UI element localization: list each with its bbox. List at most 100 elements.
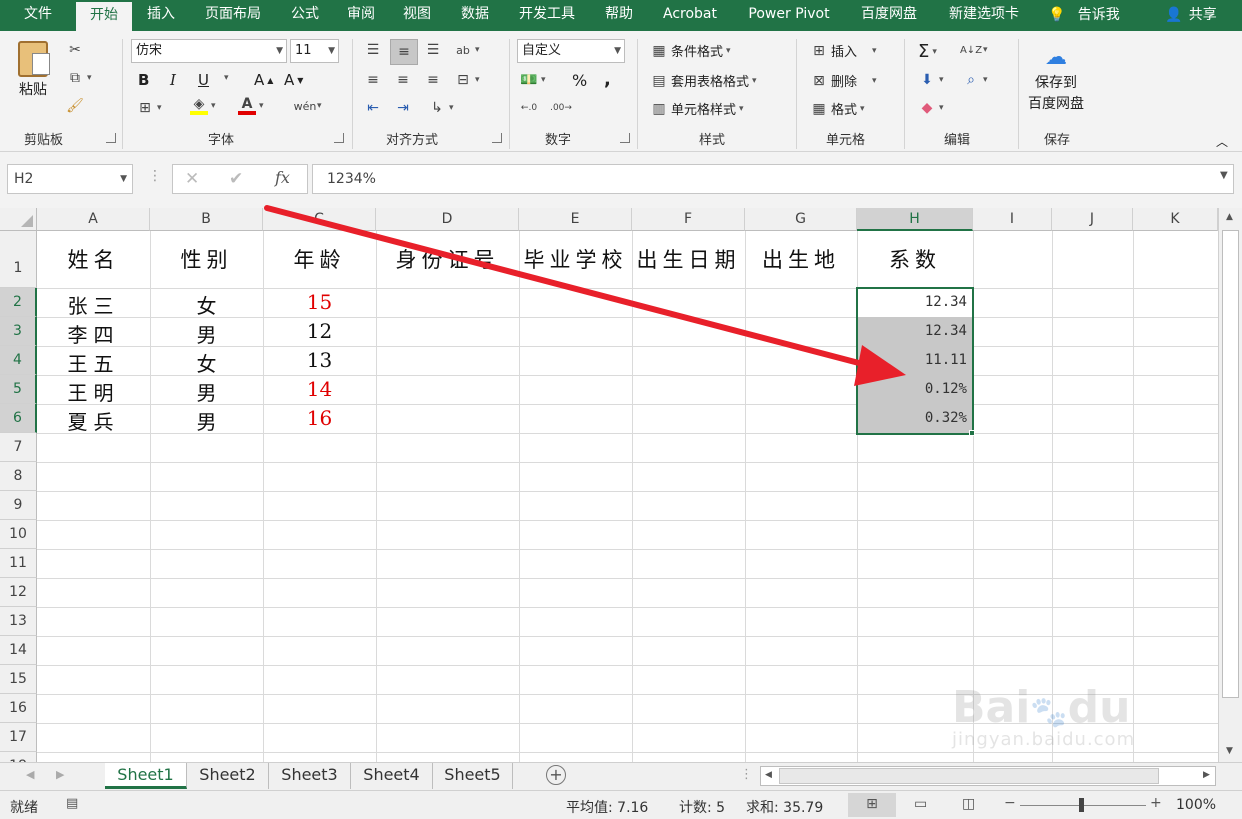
tab-acrobat[interactable]: Acrobat bbox=[652, 0, 728, 31]
sheet-tab[interactable]: Sheet2 bbox=[187, 763, 269, 789]
tab-developer[interactable]: 开发工具 bbox=[508, 0, 586, 31]
align-left-button[interactable]: ≡ bbox=[364, 71, 382, 89]
normal-view-icon[interactable]: ⊞ bbox=[848, 793, 896, 817]
bold-button[interactable]: B bbox=[138, 71, 149, 89]
data-cell[interactable]: 12 bbox=[263, 319, 376, 343]
tab-formulas[interactable]: 公式 bbox=[282, 0, 328, 31]
column-header[interactable]: J bbox=[1052, 208, 1133, 231]
data-cell[interactable]: 男 bbox=[150, 406, 263, 435]
phonetic-button[interactable]: wén ▾ bbox=[294, 97, 322, 115]
tab-file[interactable]: 文件 bbox=[8, 0, 68, 31]
fill-button[interactable]: ⬇ ▾ bbox=[918, 71, 943, 89]
data-cell[interactable]: 李四 bbox=[37, 319, 150, 348]
wrap-text-button[interactable]: ↳ ▾ bbox=[428, 99, 453, 117]
header-cell[interactable]: 身份证号 bbox=[376, 244, 519, 274]
data-cell[interactable]: 男 bbox=[150, 319, 263, 348]
check-icon[interactable]: ✔ bbox=[229, 169, 243, 189]
header-cell[interactable]: 性别 bbox=[150, 244, 263, 274]
vertical-scrollbar[interactable]: ▲ ▼ bbox=[1218, 208, 1242, 762]
tab-page-layout[interactable]: 页面布局 bbox=[194, 0, 272, 31]
row-header[interactable]: 17 bbox=[0, 723, 37, 752]
clipboard-launcher-icon[interactable] bbox=[106, 133, 116, 143]
font-size-select[interactable]: 11 ▼ bbox=[290, 39, 339, 63]
data-cell[interactable]: 16 bbox=[263, 406, 376, 430]
column-header[interactable]: C bbox=[263, 208, 376, 231]
prev-sheet-icon[interactable]: ◀ bbox=[26, 768, 34, 781]
clear-button[interactable]: ◆ ▾ bbox=[918, 99, 944, 117]
cancel-icon[interactable]: ✕ bbox=[185, 169, 199, 189]
row-header[interactable]: 1 bbox=[0, 231, 37, 288]
row-header[interactable]: 10 bbox=[0, 520, 37, 549]
underline-button[interactable]: U bbox=[198, 71, 209, 89]
column-header[interactable]: I bbox=[973, 208, 1052, 231]
merge-button[interactable]: ⊟ ▾ bbox=[454, 71, 479, 89]
sheet-tab[interactable]: Sheet3 bbox=[269, 763, 351, 789]
italic-button[interactable]: I bbox=[170, 71, 176, 89]
align-middle-button[interactable]: ≡ bbox=[390, 39, 418, 65]
column-header[interactable]: G bbox=[745, 208, 857, 231]
tab-insert[interactable]: 插入 bbox=[138, 0, 184, 31]
column-header[interactable]: K bbox=[1133, 208, 1218, 231]
drag-handle-icon[interactable]: ⋮ bbox=[148, 168, 162, 184]
add-sheet-button[interactable]: + bbox=[546, 765, 566, 785]
zoom-in-button[interactable]: + bbox=[1150, 795, 1162, 811]
shrink-font-button[interactable]: A ▼ bbox=[284, 71, 303, 89]
data-cell[interactable]: 女 bbox=[150, 290, 263, 319]
sheet-tab[interactable]: Sheet4 bbox=[351, 763, 433, 789]
coefficient-cell[interactable]: 11.11 bbox=[858, 352, 972, 368]
align-bottom-button[interactable]: ☰ bbox=[424, 41, 442, 59]
column-header[interactable]: E bbox=[519, 208, 632, 231]
select-all-button[interactable] bbox=[0, 208, 37, 231]
alignment-launcher-icon[interactable] bbox=[492, 133, 502, 143]
coefficient-cell[interactable]: 12.34 bbox=[858, 323, 972, 339]
decrease-indent-button[interactable]: ⇤ bbox=[364, 99, 382, 117]
cut-button[interactable]: ✂ bbox=[66, 41, 84, 59]
row-header[interactable]: 7 bbox=[0, 433, 37, 462]
page-break-view-icon[interactable]: ◫ bbox=[962, 796, 975, 812]
row-header[interactable]: 5 bbox=[0, 375, 37, 404]
number-launcher-icon[interactable] bbox=[620, 133, 630, 143]
row-header[interactable]: 3 bbox=[0, 317, 37, 346]
coefficient-cell[interactable]: 12.34 bbox=[858, 294, 972, 310]
insert-function-button[interactable]: fx bbox=[275, 168, 290, 187]
grow-font-button[interactable]: A ▲ bbox=[254, 71, 273, 89]
scroll-up-icon[interactable]: ▲ bbox=[1226, 212, 1233, 222]
align-center-button[interactable]: ≡ bbox=[394, 71, 412, 89]
tab-data[interactable]: 数据 bbox=[452, 0, 498, 31]
split-handle-icon[interactable]: ⋮ bbox=[740, 767, 753, 782]
zoom-level[interactable]: 100% bbox=[1176, 797, 1216, 813]
row-header[interactable]: 14 bbox=[0, 636, 37, 665]
align-top-button[interactable]: ☰ bbox=[364, 41, 382, 59]
row-header[interactable]: 4 bbox=[0, 346, 37, 375]
status-sum[interactable]: 求和: 35.79 bbox=[746, 797, 823, 817]
scroll-left-icon[interactable]: ◀ bbox=[765, 770, 772, 780]
status-average[interactable]: 平均值: 7.16 bbox=[566, 797, 648, 817]
tab-review[interactable]: 审阅 bbox=[338, 0, 384, 31]
coefficient-cell[interactable]: 0.12% bbox=[858, 381, 972, 397]
scroll-right-icon[interactable]: ▶ bbox=[1203, 770, 1210, 780]
fill-handle[interactable] bbox=[969, 430, 975, 436]
row-header[interactable]: 8 bbox=[0, 462, 37, 491]
increase-decimal-button[interactable]: ←.0 bbox=[520, 99, 538, 117]
column-header[interactable]: B bbox=[150, 208, 263, 231]
zoom-out-button[interactable]: − bbox=[1004, 795, 1016, 811]
header-cell[interactable]: 系数 bbox=[857, 244, 973, 274]
save-to-baidu-button[interactable]: ☁ 保存到 百度网盘 bbox=[1028, 45, 1084, 113]
formula-input[interactable]: 1234% bbox=[312, 164, 1234, 194]
currency-button[interactable]: 💵 ▾ bbox=[520, 71, 545, 89]
tab-new-tab[interactable]: 新建选项卡 bbox=[938, 0, 1030, 31]
data-cell[interactable]: 王明 bbox=[37, 377, 150, 406]
next-sheet-icon[interactable]: ▶ bbox=[56, 768, 64, 781]
insert-cells-button[interactable]: ⊞ 插入 ▾ bbox=[810, 41, 876, 61]
align-right-button[interactable]: ≡ bbox=[424, 71, 442, 89]
comma-button[interactable]: , bbox=[604, 69, 611, 90]
conditional-formatting-button[interactable]: ▦ 条件格式 ▾ bbox=[650, 41, 730, 61]
coefficient-cell[interactable]: 0.32% bbox=[858, 410, 972, 426]
collapse-ribbon-button[interactable]: ︿ bbox=[1216, 133, 1228, 150]
row-header[interactable]: 9 bbox=[0, 491, 37, 520]
page-layout-view-icon[interactable]: ▭ bbox=[914, 796, 927, 812]
row-header[interactable]: 2 bbox=[0, 288, 37, 317]
data-cell[interactable]: 13 bbox=[263, 348, 376, 372]
data-cell[interactable]: 女 bbox=[150, 348, 263, 377]
font-name-select[interactable]: 仿宋 ▼ bbox=[131, 39, 287, 63]
